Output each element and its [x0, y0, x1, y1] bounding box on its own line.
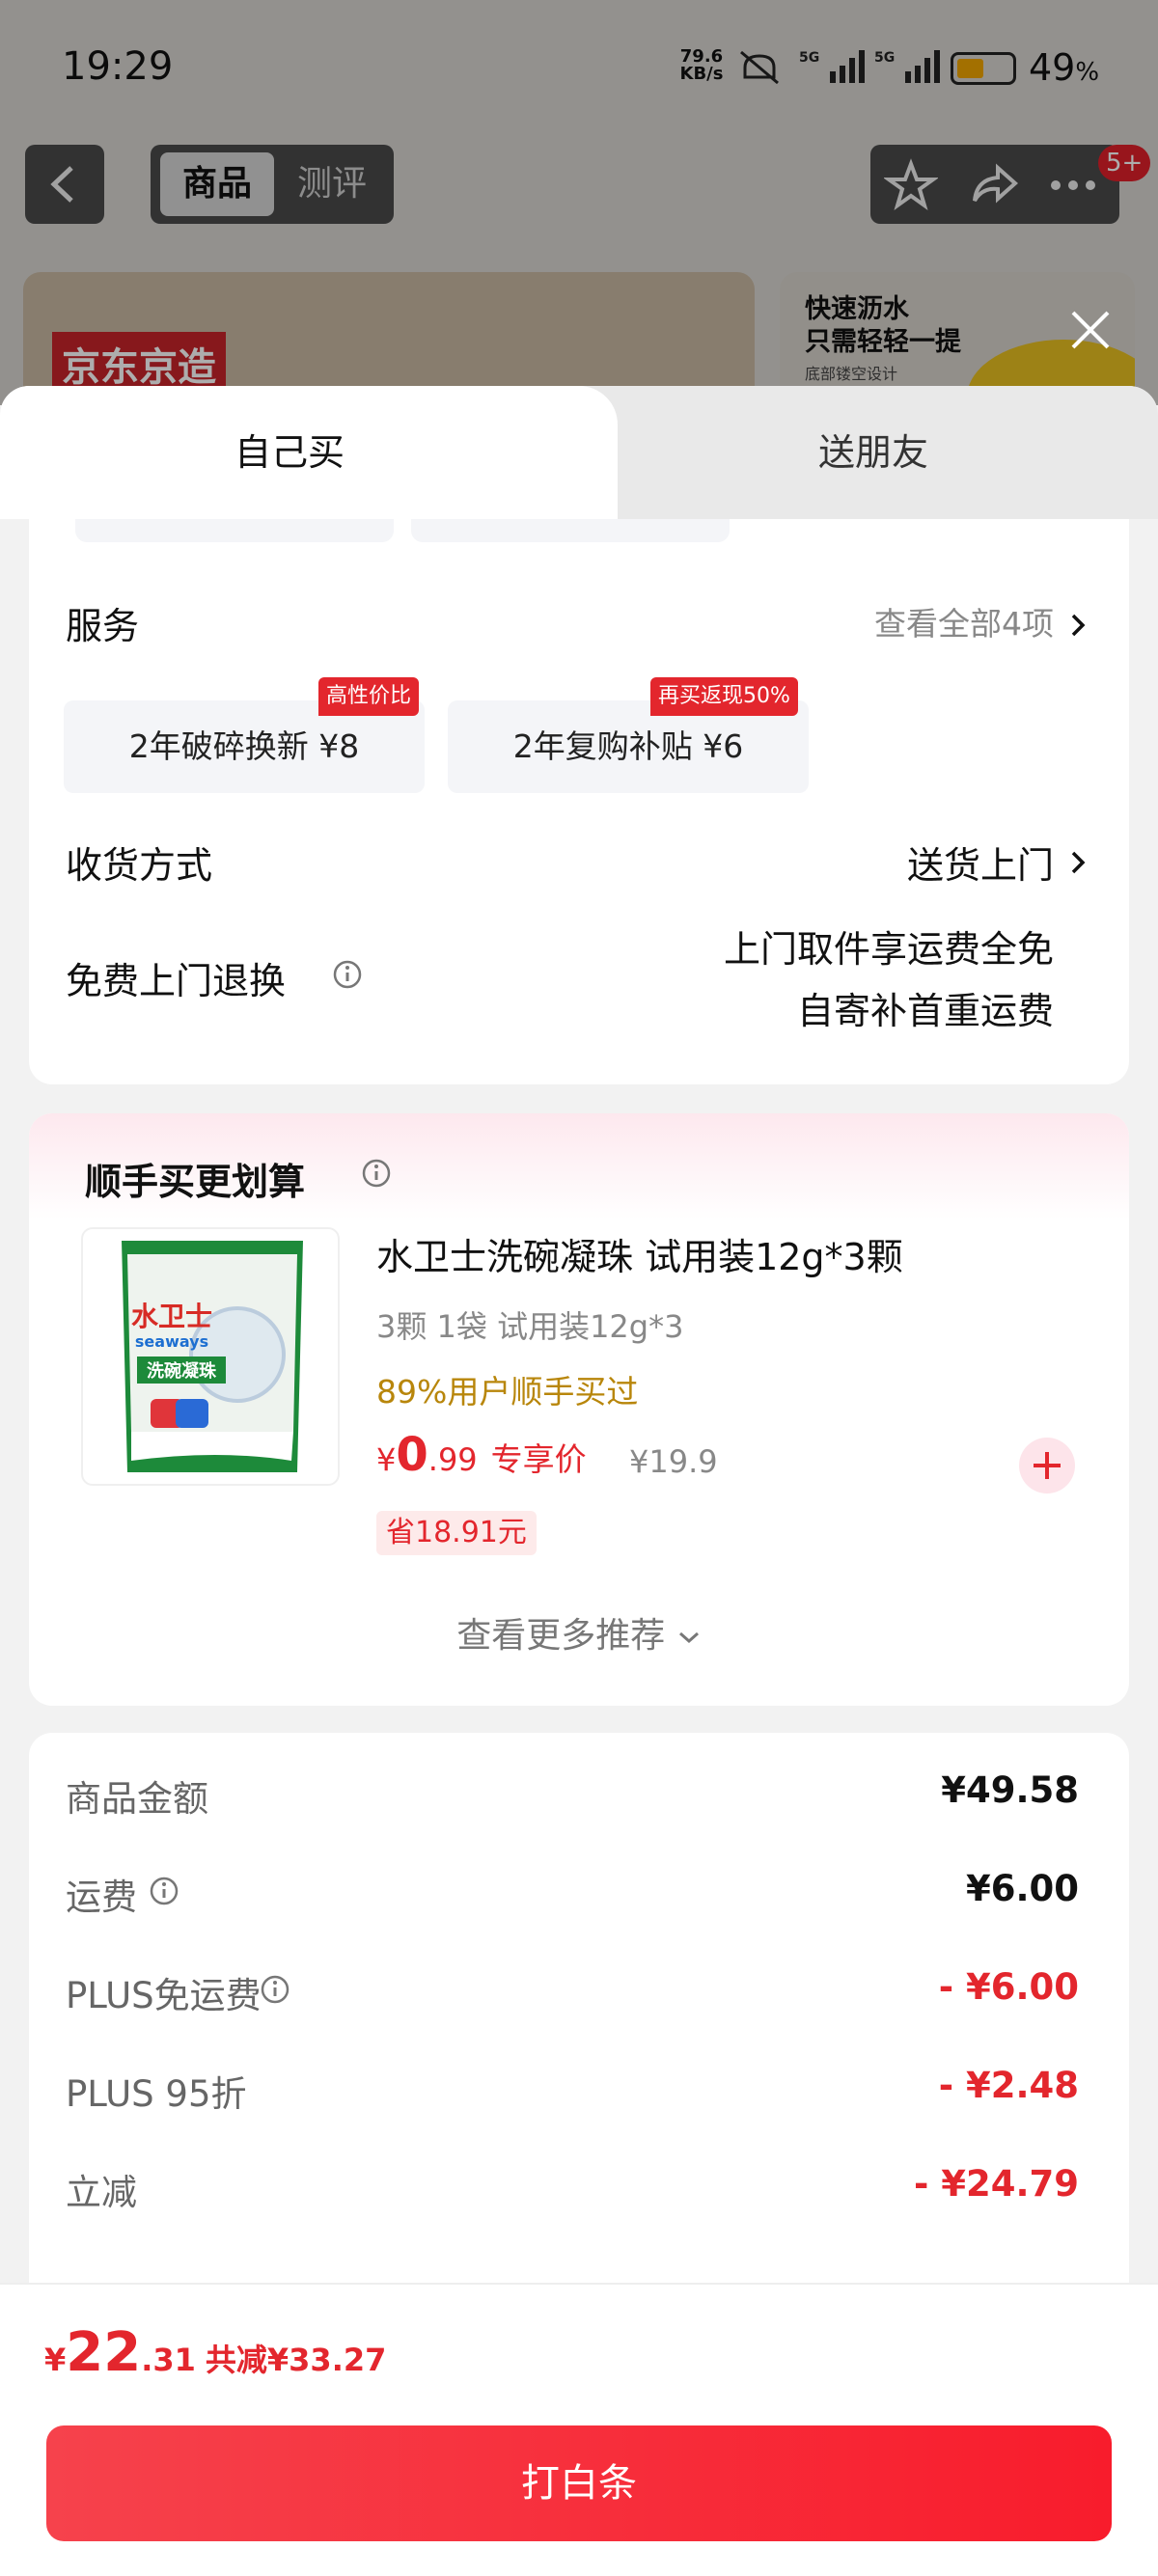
free-return-line-1: 上门取件享运费全免 — [723, 928, 1054, 971]
tab-gift-friend[interactable]: 送朋友 — [569, 386, 1158, 519]
recommendation-card: 顺手买更划算 水卫士 seaways 洗碗凝珠 水卫士洗碗凝珠 试用装12g*3… — [29, 1113, 1129, 1706]
amount-label: 运费 — [66, 1877, 137, 1918]
services-title: 服务 — [66, 605, 140, 647]
view-more-label: 查看更多推荐 — [456, 1616, 666, 1656]
amount-label: 立减 — [66, 2172, 137, 2213]
amount-label: PLUS 95折 — [66, 2073, 247, 2115]
price-yen: ¥ — [376, 1441, 397, 1478]
total-decimal: .31 — [141, 2342, 196, 2378]
service-label: 2年复购补贴 ¥6 — [512, 727, 744, 765]
tab-gift-friend-label: 送朋友 — [817, 431, 928, 474]
bag-brand-text: 水卫士 — [131, 1301, 212, 1332]
free-return-desc: 上门取件享运费全免 自寄补首重运费 — [724, 918, 1054, 1042]
purchase-mode-tabs: 送朋友 自己买 — [0, 386, 1158, 519]
amount-value: - ¥24.79 — [913, 2163, 1079, 2205]
chevron-right-icon[interactable] — [1067, 847, 1089, 878]
info-icon[interactable] — [361, 1158, 392, 1189]
total-reduction: 共减¥33.27 — [205, 2342, 387, 2378]
service-label: 2年破碎换新 ¥8 — [128, 727, 360, 765]
info-icon[interactable] — [332, 959, 363, 990]
exclusive-price: ¥0.99 专享价 — [376, 1428, 587, 1482]
amount-row: 运费 ¥6.00 — [66, 1868, 1079, 1926]
spec-chip-partial[interactable] — [411, 519, 730, 542]
amount-label: PLUS免运费 — [66, 1975, 262, 2016]
service-tag: 再买返现50% — [650, 677, 798, 716]
free-return-line-2: 自寄补首重运费 — [796, 990, 1054, 1032]
price-decimal: .99 — [427, 1441, 478, 1478]
savings-badge: 省18.91元 — [376, 1511, 537, 1555]
amount-row: PLUS免运费 - ¥6.00 — [66, 1966, 1079, 2024]
info-icon[interactable] — [260, 1974, 290, 2005]
reco-title: 顺手买更划算 — [85, 1161, 306, 1203]
buy-together-percent: 89%用户顺手买过 — [376, 1373, 639, 1411]
amount-row: 商品金额 ¥49.58 — [66, 1769, 1079, 1827]
tab-buy-self[interactable]: 自己买 — [0, 386, 579, 519]
detergent-bag-image: 水卫士 seaways 洗碗凝珠 — [122, 1241, 303, 1472]
services-card: 服务 查看全部4项 2年破碎换新 ¥8 高性价比 2年复购补贴 ¥6 再买返现5… — [29, 519, 1129, 1084]
view-more-recommendations[interactable]: 查看更多推荐 — [29, 1607, 1129, 1658]
product-title[interactable]: 水卫士洗碗凝珠 试用装12g*3颗 — [376, 1227, 903, 1280]
original-price: ¥19.9 — [629, 1443, 718, 1480]
price-integer: 0 — [396, 1428, 428, 1482]
product-thumbnail[interactable]: 水卫士 seaways 洗碗凝珠 — [81, 1227, 340, 1486]
bag-product-text: 洗碗凝珠 — [147, 1360, 217, 1382]
services-view-all[interactable]: 查看全部4项 — [874, 598, 1054, 644]
spec-chip-partial[interactable] — [75, 519, 394, 542]
price-label: 专享价 — [490, 1440, 587, 1478]
bag-brand-en-text: seaways — [135, 1332, 208, 1351]
amount-value: ¥49.58 — [941, 1769, 1079, 1811]
checkout-footer: ¥22.31 共减¥33.27 打白条 — [0, 2283, 1158, 2576]
amount-value: ¥6.00 — [965, 1868, 1079, 1909]
service-tag: 高性价比 — [318, 677, 420, 716]
order-total: ¥22.31 共减¥33.27 — [44, 2321, 386, 2384]
amount-value: - ¥2.48 — [938, 2065, 1079, 2106]
dim-overlay[interactable] — [0, 0, 1158, 405]
amount-label: 商品金额 — [66, 1778, 208, 1820]
checkout-sheet: 送朋友 自己买 服务 查看全部4项 2年破碎换新 ¥8 高性价比 2年复购补贴 … — [0, 386, 1158, 2576]
amount-value: - ¥6.00 — [938, 1966, 1079, 2008]
chevron-down-icon — [678, 1631, 699, 1644]
background-page: 19:29 79.6 KB/s 5G 5G 49% 商品 测评 5+ 京东京造 … — [0, 0, 1158, 405]
pay-baitiao-button[interactable]: 打白条 — [46, 2425, 1112, 2541]
add-to-order-button[interactable] — [1019, 1438, 1075, 1494]
free-return-label: 免费上门退换 — [66, 960, 287, 1002]
info-icon[interactable] — [149, 1876, 179, 1906]
delivery-label: 收货方式 — [66, 844, 213, 887]
delivery-value[interactable]: 送货上门 — [907, 836, 1054, 889]
total-yen: ¥ — [44, 2342, 67, 2378]
order-amount-card: 商品金额 ¥49.58 运费 ¥6.00 PLUS免运费 - ¥6.00 PLUS 95折 -… — [29, 1733, 1129, 2350]
amount-row: 立减 - ¥24.79 — [66, 2163, 1079, 2221]
product-spec: 3颗 1袋 试用装12g*3 — [376, 1308, 684, 1345]
chevron-right-icon[interactable] — [1067, 610, 1089, 641]
plus-icon — [1034, 1452, 1061, 1479]
close-icon[interactable] — [1062, 301, 1119, 359]
amount-row: PLUS 95折 - ¥2.48 — [66, 2065, 1079, 2123]
total-integer: 22 — [66, 2321, 142, 2384]
